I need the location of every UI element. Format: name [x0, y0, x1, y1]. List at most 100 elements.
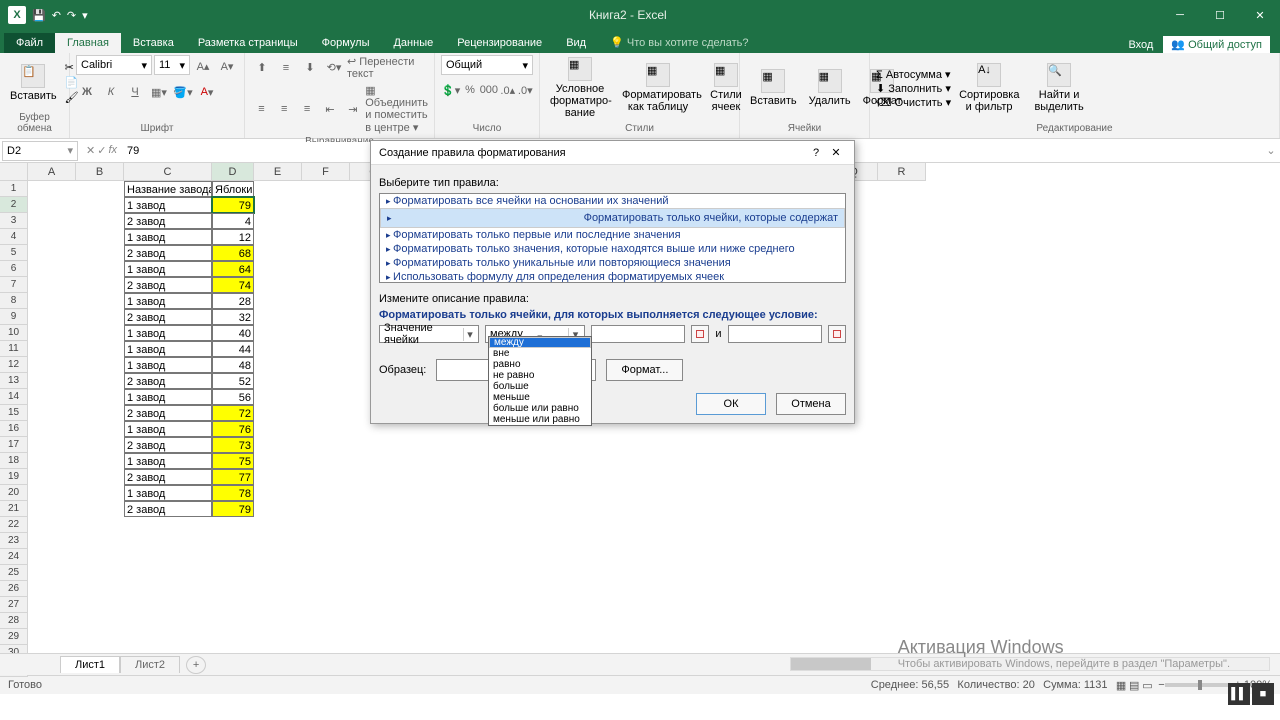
col-header-A[interactable]: A [28, 163, 76, 181]
dialog-help-icon[interactable]: ? [806, 147, 826, 159]
cell-C4[interactable]: 1 завод [124, 229, 212, 245]
cell-C8[interactable]: 1 завод [124, 293, 212, 309]
cell-C19[interactable]: 2 завод [124, 469, 212, 485]
tab-home[interactable]: Главная [55, 33, 121, 53]
cell-D21[interactable]: 79 [212, 501, 254, 517]
value2-ref-button[interactable] [828, 325, 846, 343]
rule-type-option[interactable]: Форматировать все ячейки на основании их… [380, 194, 845, 208]
maximize-button[interactable]: ☐ [1200, 0, 1240, 30]
clear-button[interactable]: ⌫ Очистить ▾ [876, 96, 951, 109]
row-header-28[interactable]: 28 [0, 613, 28, 629]
row-header-6[interactable]: 6 [0, 261, 28, 277]
tab-review[interactable]: Рецензирование [445, 33, 554, 53]
operator-option[interactable]: не равно [489, 370, 591, 381]
tab-file[interactable]: Файл [4, 33, 55, 53]
sheet-tab-2[interactable]: Лист2 [120, 656, 180, 673]
rule-type-option[interactable]: Форматировать только уникальные или повт… [380, 256, 845, 270]
format-table-button[interactable]: ▦Форматировать как таблицу [618, 61, 698, 115]
row-header-16[interactable]: 16 [0, 421, 28, 437]
share-button[interactable]: 👥 Общий доступ [1163, 36, 1270, 53]
row-header-9[interactable]: 9 [0, 309, 28, 325]
row-header-10[interactable]: 10 [0, 325, 28, 341]
fx-icon[interactable]: fx [108, 144, 117, 157]
sort-filter-button[interactable]: A↓Сортировка и фильтр [955, 61, 1023, 115]
align-bot-icon[interactable]: ⬇ [299, 57, 321, 79]
cell-D14[interactable]: 56 [212, 389, 254, 405]
cell-C17[interactable]: 2 завод [124, 437, 212, 453]
align-right-icon[interactable]: ≡ [297, 98, 318, 120]
fill-button[interactable]: ⬇ Заполнить ▾ [876, 82, 951, 95]
cell-C21[interactable]: 2 завод [124, 501, 212, 517]
row-header-21[interactable]: 21 [0, 501, 28, 517]
cell-D19[interactable]: 77 [212, 469, 254, 485]
font-name-select[interactable]: Calibri▾ [76, 55, 152, 75]
operator-dropdown[interactable]: междувнеравноне равнобольшеменьшебольше … [488, 336, 592, 426]
close-button[interactable]: ✕ [1240, 0, 1280, 30]
dec-dec-icon[interactable]: .0▾ [518, 79, 533, 101]
cell-D3[interactable]: 4 [212, 213, 254, 229]
row-header-26[interactable]: 26 [0, 581, 28, 597]
row-header-25[interactable]: 25 [0, 565, 28, 581]
insert-cells-button[interactable]: ▦Вставить [746, 67, 801, 109]
row-header-1[interactable]: 1 [0, 181, 28, 197]
operator-option[interactable]: больше [489, 381, 591, 392]
cell-C20[interactable]: 1 завод [124, 485, 212, 501]
borders-icon[interactable]: ▦▾ [148, 81, 170, 103]
format-button[interactable]: Формат... [606, 359, 683, 381]
indent-inc-icon[interactable]: ⇥ [342, 98, 363, 120]
row-header-22[interactable]: 22 [0, 517, 28, 533]
cell-D6[interactable]: 64 [212, 261, 254, 277]
pause-icon[interactable]: ▌▌ [1228, 683, 1250, 705]
tab-formulas[interactable]: Формулы [310, 33, 382, 53]
row-header-11[interactable]: 11 [0, 341, 28, 357]
merge-center[interactable]: ▦ Объединить и поместить в центре ▾ [365, 84, 428, 134]
basis-combo[interactable]: Значение ячейки▾ [379, 325, 479, 343]
operator-option[interactable]: между [489, 337, 591, 348]
paste-button[interactable]: 📋Вставить [6, 62, 61, 104]
cell-C12[interactable]: 1 завод [124, 357, 212, 373]
login-link[interactable]: Вход [1128, 39, 1153, 51]
row-header-7[interactable]: 7 [0, 277, 28, 293]
value2-input[interactable] [728, 325, 822, 343]
comma-icon[interactable]: 000 [480, 79, 498, 101]
view-break-icon[interactable]: ▭ [1142, 679, 1152, 692]
cell-D13[interactable]: 52 [212, 373, 254, 389]
minimize-button[interactable]: ─ [1160, 0, 1200, 30]
col-header-R[interactable]: R [878, 163, 926, 181]
cell-C1[interactable]: Название завода [124, 181, 212, 197]
cell-D12[interactable]: 48 [212, 357, 254, 373]
row-header-5[interactable]: 5 [0, 245, 28, 261]
value1-input[interactable] [591, 325, 685, 343]
sheet-tab-1[interactable]: Лист1 [60, 656, 120, 673]
currency-icon[interactable]: 💲▾ [441, 79, 460, 101]
delete-cells-button[interactable]: ▦Удалить [805, 67, 855, 109]
tab-layout[interactable]: Разметка страницы [186, 33, 310, 53]
save-icon[interactable]: 💾 [32, 9, 46, 22]
operator-option[interactable]: меньше [489, 392, 591, 403]
ok-button[interactable]: ОК [696, 393, 766, 415]
value1-ref-button[interactable] [691, 325, 709, 343]
rule-type-option[interactable]: Использовать формулу для определения фор… [380, 270, 845, 283]
name-box[interactable]: D2▾ [2, 141, 78, 161]
cell-C6[interactable]: 1 завод [124, 261, 212, 277]
cell-D11[interactable]: 44 [212, 341, 254, 357]
row-header-3[interactable]: 3 [0, 213, 28, 229]
align-top-icon[interactable]: ⬆ [251, 57, 273, 79]
rule-type-list[interactable]: Форматировать все ячейки на основании их… [379, 193, 846, 283]
cell-D1[interactable]: Яблоки [212, 181, 254, 197]
indent-dec-icon[interactable]: ⇤ [320, 98, 341, 120]
view-normal-icon[interactable]: ▦ [1116, 679, 1126, 692]
align-left-icon[interactable]: ≡ [251, 98, 272, 120]
inc-dec-icon[interactable]: .0▴ [500, 79, 515, 101]
new-sheet-button[interactable]: + [186, 656, 206, 674]
col-header-E[interactable]: E [254, 163, 302, 181]
cell-D10[interactable]: 40 [212, 325, 254, 341]
row-header-24[interactable]: 24 [0, 549, 28, 565]
dialog-close-icon[interactable]: ✕ [826, 146, 846, 159]
qat-dropdown-icon[interactable]: ▾ [82, 9, 88, 22]
cell-D9[interactable]: 32 [212, 309, 254, 325]
cancel-button[interactable]: Отмена [776, 393, 846, 415]
cell-C2[interactable]: 1 завод [124, 197, 212, 213]
row-header-29[interactable]: 29 [0, 629, 28, 645]
h-scrollbar[interactable] [790, 657, 1270, 671]
